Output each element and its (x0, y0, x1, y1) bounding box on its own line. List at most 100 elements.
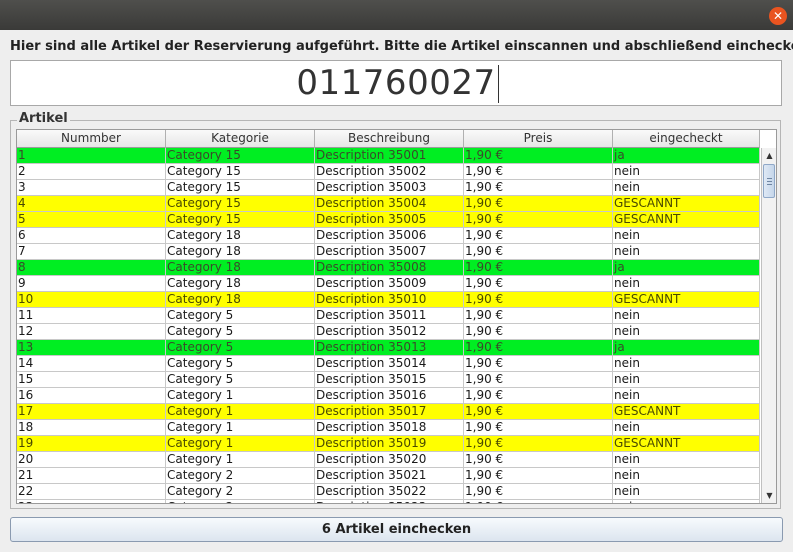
table-row[interactable]: 2 Category 15 Description 35002 1,90 € nein (17, 164, 760, 180)
cell-category: Category 18 (166, 260, 315, 276)
column-header-number[interactable]: Nummber (17, 130, 166, 148)
grip-line (767, 181, 772, 182)
vertical-scrollbar[interactable]: ▲ ▼ (761, 148, 776, 503)
cell-description: Description 35013 (315, 340, 464, 356)
cell-category: Category 15 (166, 180, 315, 196)
articles-table: Nummber Kategorie Beschreibung Preis eingech… (16, 129, 777, 504)
cell-price: 1,90 € (464, 180, 613, 196)
cell-category: Category 5 (166, 308, 315, 324)
table-header: Nummber Kategorie Beschreibung Preis eingech… (17, 130, 760, 148)
table-row[interactable]: 22 Category 2 Description 35022 1,90 € nein (17, 484, 760, 500)
cell-number: 20 (17, 452, 166, 468)
checkin-button[interactable]: 6 Artikel einchecken (10, 517, 783, 542)
scroll-down-icon[interactable]: ▼ (762, 489, 776, 503)
cell-checked-in: nein (613, 372, 760, 388)
scroll-thumb[interactable] (763, 164, 775, 198)
text-caret (498, 65, 499, 103)
cell-checked-in: nein (613, 356, 760, 372)
cell-number: 19 (17, 436, 166, 452)
cell-checked-in: nein (613, 468, 760, 484)
cell-checked-in: nein (613, 244, 760, 260)
cell-number: 10 (17, 292, 166, 308)
table-row[interactable]: 21 Category 2 Description 35021 1,90 € nein (17, 468, 760, 484)
table-row[interactable]: 18 Category 1 Description 35018 1,90 € nein (17, 420, 760, 436)
table-row[interactable]: 12 Category 5 Description 35012 1,90 € nein (17, 324, 760, 340)
cell-checked-in: ja (613, 148, 760, 164)
table-row[interactable]: 13 Category 5 Description 35013 1,90 € ja (17, 340, 760, 356)
cell-number: 15 (17, 372, 166, 388)
cell-number: 22 (17, 484, 166, 500)
table-row[interactable]: 1 Category 15 Description 35001 1,90 € ja (17, 148, 760, 164)
table-row[interactable]: 16 Category 1 Description 35016 1,90 € nein (17, 388, 760, 404)
barcode-input[interactable] (10, 60, 782, 106)
table-row[interactable]: 10 Category 18 Description 35010 1,90 € GESC… (17, 292, 760, 308)
cell-checked-in: nein (613, 324, 760, 340)
cell-description: Description 35001 (315, 148, 464, 164)
cell-checked-in: GESCANNT (613, 436, 760, 452)
column-header-checked-in[interactable]: eingecheckt (613, 130, 760, 148)
cell-number: 8 (17, 260, 166, 276)
cell-number: 21 (17, 468, 166, 484)
cell-description: Description 35021 (315, 468, 464, 484)
cell-checked-in: nein (613, 420, 760, 436)
table-row[interactable]: 23Category 2Description 350231,90 €nein (17, 500, 760, 503)
cell-description: Description 35009 (315, 276, 464, 292)
cell-description: Description 35022 (315, 484, 464, 500)
cell-price: 1,90 € (464, 420, 613, 436)
cell-number: 4 (17, 196, 166, 212)
column-header-category[interactable]: Kategorie (166, 130, 315, 148)
table-row[interactable]: 15 Category 5 Description 35015 1,90 € nein (17, 372, 760, 388)
table-row[interactable]: 14 Category 5 Description 35014 1,90 € nein (17, 356, 760, 372)
cell-price: 1,90 € (464, 292, 613, 308)
cell-checked-in: GESCANNT (613, 212, 760, 228)
cell-number: 6 (17, 228, 166, 244)
column-header-description[interactable]: Beschreibung (315, 130, 464, 148)
table-row[interactable]: 7 Category 18 Description 35007 1,90 € nein (17, 244, 760, 260)
table-row[interactable]: 5 Category 15 Description 35005 1,90 € GESCA… (17, 212, 760, 228)
cell-checked-in: nein (613, 500, 760, 503)
cell-description: Description 35016 (315, 388, 464, 404)
table-body: 1 Category 15 Description 35001 1,90 € ja 2 Ca… (17, 148, 760, 503)
cell-number: 16 (17, 388, 166, 404)
cell-number: 9 (17, 276, 166, 292)
cell-price: 1,90 € (464, 260, 613, 276)
cell-category: Category 18 (166, 292, 315, 308)
cell-number: 3 (17, 180, 166, 196)
cell-number: 23 (17, 500, 166, 503)
grip-line (767, 178, 772, 179)
cell-description: Description 35008 (315, 260, 464, 276)
table-row[interactable]: 4 Category 15 Description 35004 1,90 € GESCA… (17, 196, 760, 212)
cell-checked-in: nein (613, 276, 760, 292)
cell-price: 1,90 € (464, 372, 613, 388)
cell-checked-in: GESCANNT (613, 196, 760, 212)
cell-category: Category 2 (166, 500, 315, 503)
cell-price: 1,90 € (464, 356, 613, 372)
cell-price: 1,90 € (464, 196, 613, 212)
table-row[interactable]: 9 Category 18 Description 35009 1,90 € nein (17, 276, 760, 292)
cell-price: 1,90 € (464, 340, 613, 356)
table-row[interactable]: 8 Category 18 Description 35008 1,90 € ja (17, 260, 760, 276)
table-row[interactable]: 17 Category 1 Description 35017 1,90 € GESCA… (17, 404, 760, 420)
cell-price: 1,90 € (464, 164, 613, 180)
cell-category: Category 2 (166, 468, 315, 484)
table-row[interactable]: 19 Category 1 Description 35019 1,90 € GESCA… (17, 436, 760, 452)
cell-category: Category 18 (166, 276, 315, 292)
close-icon[interactable]: ✕ (769, 7, 787, 25)
cell-category: Category 15 (166, 212, 315, 228)
table-row[interactable]: 11 Category 5 Description 35011 1,90 € nein (17, 308, 760, 324)
cell-price: 1,90 € (464, 388, 613, 404)
cell-price: 1,90 € (464, 212, 613, 228)
cell-checked-in: nein (613, 308, 760, 324)
grip-line (767, 184, 772, 185)
table-row[interactable]: 20 Category 1 Description 35020 1,90 € nein (17, 452, 760, 468)
scroll-up-icon[interactable]: ▲ (762, 149, 776, 163)
cell-description: Description 35020 (315, 452, 464, 468)
cell-description: Description 35006 (315, 228, 464, 244)
table-row[interactable]: 6 Category 18 Description 35006 1,90 € nein (17, 228, 760, 244)
cell-price: 1,90 € (464, 468, 613, 484)
column-header-price[interactable]: Preis (464, 130, 613, 148)
cell-number: 2 (17, 164, 166, 180)
table-row[interactable]: 3 Category 15 Description 35003 1,90 € nein (17, 180, 760, 196)
cell-number: 5 (17, 212, 166, 228)
cell-number: 1 (17, 148, 166, 164)
